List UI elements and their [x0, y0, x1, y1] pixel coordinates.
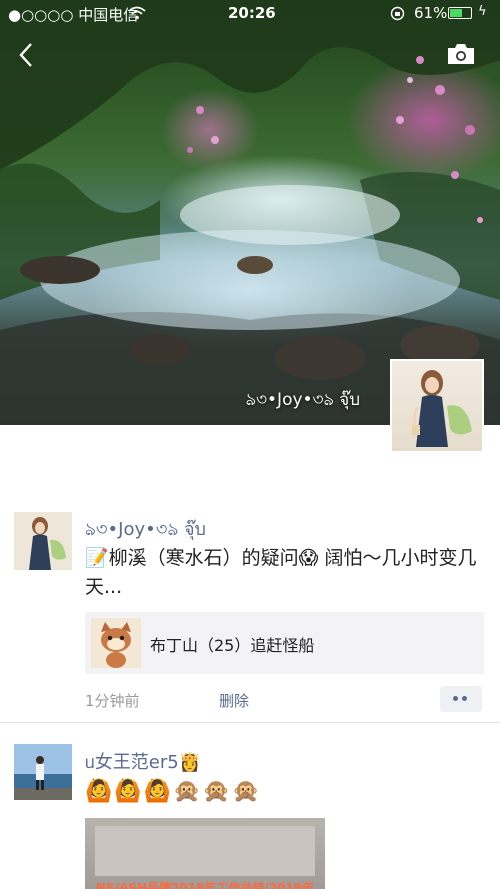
more-dots-icon — [453, 696, 458, 701]
moments-page: ●○○○○ 中国电信 20:26 61% ϟ ঌ৩•Joy•৩ঌ จุ๊บ ঌ৩… — [0, 0, 500, 889]
camera-button[interactable] — [446, 42, 480, 70]
profile-avatar[interactable] — [390, 359, 484, 453]
projection-screen — [95, 826, 315, 876]
avatar-illustration — [14, 512, 72, 570]
post-nickname[interactable]: ঌ৩•Joy•৩ঌ จุ๊บ — [85, 514, 206, 546]
avatar-illustration — [412, 370, 472, 447]
moment-post: ᥙ女王范er5👸 🙆🙆🙆🙊🙊🙊 NS/ASH品牌2018年工作总结/2019年 — [0, 744, 500, 889]
link-thumbnail — [91, 618, 141, 668]
moment-post: ঌ৩•Joy•৩ঌ จุ๊บ 📝柳溪（寒水石）的疑问😱 阔怕～几小时变几天...… — [0, 512, 500, 722]
charging-bolt-icon: ϟ — [478, 4, 487, 19]
battery-fill — [450, 9, 462, 17]
cover-username: ঌ৩•Joy•৩ঌ จุ๊บ — [245, 390, 360, 410]
post-text: 📝柳溪（寒水石）的疑问😱 阔怕～几小时变几天... — [85, 547, 477, 598]
cartoon-cat-image — [101, 622, 131, 668]
more-dots-icon — [462, 696, 467, 701]
camera-icon — [448, 44, 474, 64]
battery-percent: 61% — [414, 4, 448, 22]
delete-button[interactable]: 删除 — [219, 690, 249, 711]
post-text: 🙆🙆🙆🙊🙊🙊 — [85, 779, 262, 804]
shared-link-card[interactable]: 布丁山（25）追赶怪船 — [85, 612, 484, 674]
post-divider — [0, 722, 500, 723]
more-actions-button[interactable] — [440, 686, 482, 712]
avatar-photo — [14, 744, 72, 800]
clock-time: 20:26 — [228, 4, 276, 22]
post-nickname[interactable]: ᥙ女王范er5👸 — [85, 748, 201, 774]
image-caption: NS/ASH品牌2018年工作总结/2019年 — [95, 881, 315, 889]
back-button[interactable] — [14, 40, 44, 74]
battery-icon — [448, 7, 472, 19]
link-title: 布丁山（25）追赶怪船 — [150, 636, 315, 655]
post-avatar[interactable] — [14, 512, 72, 570]
post-image[interactable]: NS/ASH品牌2018年工作总结/2019年 — [85, 818, 325, 889]
carrier-label: ●○○○○ 中国电信 — [8, 6, 139, 24]
rotation-lock-icon — [390, 6, 405, 21]
wifi-icon — [128, 6, 146, 20]
post-time: 1分钟前 — [85, 692, 140, 710]
chevron-left-icon — [19, 43, 32, 67]
status-bar: ●○○○○ 中国电信 20:26 61% ϟ — [0, 0, 500, 28]
post-avatar[interactable] — [14, 744, 72, 800]
